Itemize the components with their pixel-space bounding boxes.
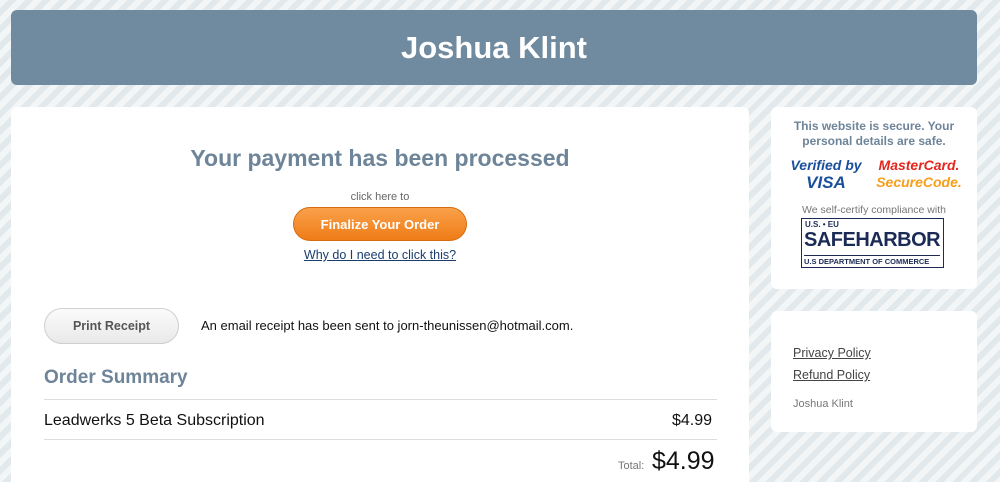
finalize-order-button[interactable]: Finalize Your Order (293, 207, 467, 241)
email-receipt-note: An email receipt has been sent to jorn-t… (201, 318, 574, 333)
mastercard-securecode-logo: MasterCard. SecureCode. (875, 157, 963, 191)
safe-harbor-bottom: U.S DEPARTMENT OF COMMERCE (804, 255, 940, 266)
self-certify-text: We self-certify compliance with (802, 204, 946, 216)
main-panel: Your payment has been processed click he… (11, 107, 749, 482)
privacy-policy-link[interactable]: Privacy Policy (793, 346, 871, 360)
page-header: Joshua Klint (11, 10, 977, 85)
divider (44, 439, 717, 440)
item-name: Leadwerks 5 Beta Subscription (44, 412, 265, 429)
why-click-link[interactable]: Why do I need to click this? (11, 248, 749, 262)
divider (44, 399, 717, 400)
security-panel: This website is secure. Your personal de… (771, 107, 977, 289)
safe-harbor-main: SAFEHARBOR (804, 229, 941, 251)
safe-harbor-logo: U.S. • EU SAFEHARBOR U.S DEPARTMENT OF C… (801, 218, 944, 268)
visa-logo-line1: Verified by (790, 157, 862, 173)
item-price: $4.99 (671, 412, 712, 429)
order-summary-heading: Order Summary (44, 367, 188, 388)
mastercard-logo-line2: SecureCode. (876, 174, 962, 190)
print-receipt-button[interactable]: Print Receipt (44, 308, 179, 344)
payment-processed-heading: Your payment has been processed (190, 145, 570, 171)
merchant-name: Joshua Klint (793, 398, 853, 410)
secure-notice: This website is secure. Your personal de… (793, 119, 955, 148)
verified-by-visa-logo: Verified by VISA (785, 157, 867, 191)
safe-harbor-top: U.S. • EU (805, 220, 839, 229)
click-here-hint: click here to (350, 191, 410, 203)
mastercard-logo-line1: MasterCard. (878, 157, 960, 173)
links-panel: Privacy Policy Refund Policy Joshua Klin… (771, 311, 977, 432)
visa-logo-line2: VISA (806, 173, 846, 192)
total-label: Total: (618, 460, 645, 472)
page-title: Joshua Klint (400, 29, 587, 65)
total-value: $4.99 (652, 447, 715, 475)
refund-policy-link[interactable]: Refund Policy (793, 368, 870, 382)
